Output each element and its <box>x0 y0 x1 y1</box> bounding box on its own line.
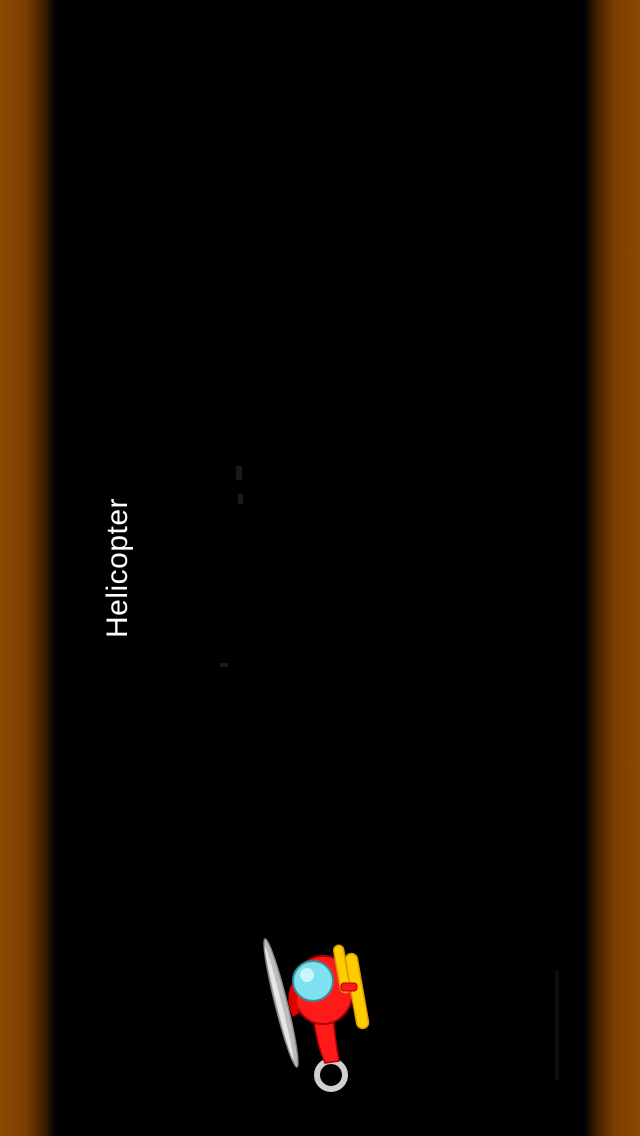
cave-wall-right <box>584 0 640 1136</box>
game-title: Helicopter <box>101 497 134 639</box>
faint-mark <box>220 663 228 667</box>
faint-mark <box>555 970 559 1080</box>
faint-mark <box>236 466 242 480</box>
game-screen[interactable]: Helicopter <box>0 0 640 1136</box>
helicopter-icon <box>263 938 370 1092</box>
cave-wall-left <box>0 0 56 1136</box>
faint-mark <box>238 494 243 504</box>
